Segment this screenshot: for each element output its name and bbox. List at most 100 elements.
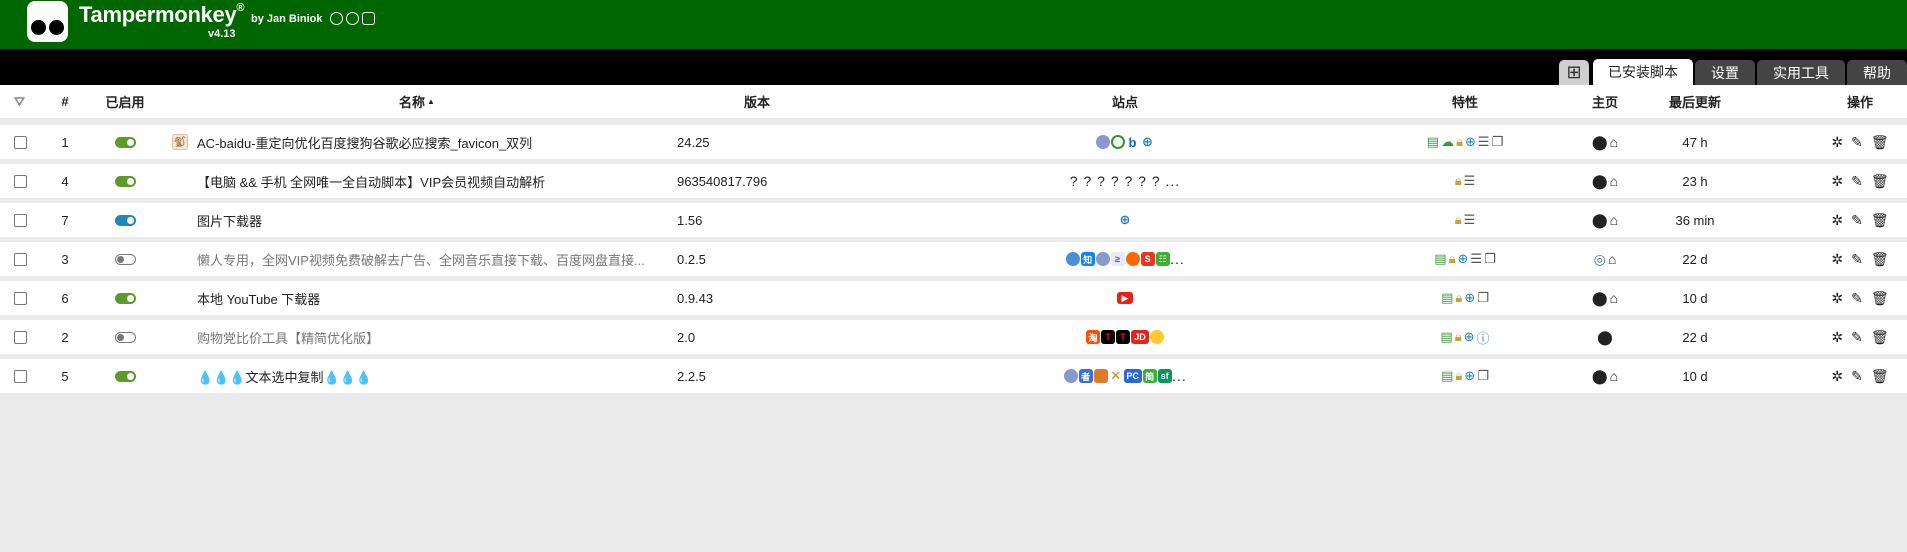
row-checkbox[interactable] (14, 135, 27, 149)
home-icon[interactable]: ⌂ (1610, 173, 1618, 189)
edit-icon[interactable]: ✎ (1851, 212, 1863, 229)
edit-icon[interactable]: ✎ (1851, 290, 1863, 307)
tab-settings[interactable]: 设置 (1695, 60, 1755, 85)
site-icon[interactable]: ☷ (1155, 252, 1170, 266)
globe-icon[interactable]: ⊕ (1118, 212, 1132, 227)
bug-icon[interactable]: ✲ (1831, 251, 1843, 268)
bing-site-icon[interactable]: b (1125, 135, 1140, 150)
author-icon[interactable]: ◎ (1594, 251, 1606, 268)
author-icon[interactable]: ⬤ (1592, 290, 1608, 307)
edit-icon[interactable]: ✎ (1851, 251, 1863, 268)
column-number[interactable]: # (48, 85, 82, 118)
edit-icon[interactable]: ✎ (1851, 173, 1863, 190)
row-checkbox[interactable] (14, 252, 27, 266)
edit-icon[interactable]: ✎ (1851, 134, 1863, 151)
site-icon[interactable]: 简 (1142, 369, 1157, 383)
home-icon[interactable]: ⌂ (1610, 134, 1618, 150)
taobao-site-icon[interactable]: 淘 (1086, 330, 1100, 344)
home-icon[interactable]: ⌂ (1608, 251, 1616, 267)
bug-icon[interactable]: ✲ (1831, 173, 1843, 190)
site-icon[interactable] (1063, 369, 1078, 383)
trash-icon[interactable]: 🗑︎ (1871, 329, 1889, 346)
zhihu-site-icon[interactable]: 知 (1080, 252, 1095, 266)
enable-toggle[interactable] (114, 370, 136, 382)
author-icon[interactable]: ⬤ (1592, 134, 1608, 151)
script-name-link[interactable]: 购物党比价工具【精简优化版】 (197, 328, 379, 347)
script-name-link[interactable]: 图片下载器 (197, 211, 262, 230)
script-name-link[interactable]: AC-baidu-重定向优化百度搜狗谷歌必应搜索_favicon_双列 (197, 133, 532, 152)
tools-site-icon[interactable]: ✕ (1109, 368, 1123, 383)
github-icon[interactable] (330, 12, 343, 25)
author-icon[interactable]: ⬤ (1597, 329, 1613, 346)
row-checkbox[interactable] (14, 174, 27, 188)
trash-icon[interactable]: 🗑︎ (1871, 173, 1889, 190)
site-icon[interactable] (1125, 252, 1140, 266)
script-name-link[interactable]: 懒人专用，全网VIP视频免费破解去广告、全网音乐直接下载、百度网盘直接... (197, 250, 645, 269)
tmall-site-icon[interactable]: T (1116, 330, 1130, 344)
site-icon[interactable]: 者 (1078, 369, 1093, 383)
site-icon[interactable] (1150, 330, 1164, 344)
baidu-site-icon[interactable] (1095, 135, 1110, 149)
home-icon[interactable]: ⌂ (1610, 212, 1618, 228)
csdn-site-icon[interactable]: S (1140, 252, 1155, 266)
script-name-link[interactable]: 本地 YouTube 下载器 (197, 289, 320, 308)
trash-icon[interactable]: 🗑︎ (1871, 290, 1889, 307)
instagram-icon[interactable] (362, 12, 375, 25)
globe-icon[interactable]: ⊕ (1141, 134, 1155, 149)
bug-icon[interactable]: ✲ (1831, 212, 1843, 229)
filter-icon[interactable]: ⛛ (14, 94, 25, 110)
plus-square-icon[interactable]: ⊞ (1559, 60, 1589, 85)
row-checkbox[interactable] (14, 213, 27, 227)
row-checkbox[interactable] (14, 330, 27, 344)
column-name[interactable]: 名称 ▲ (167, 85, 667, 118)
facebook-icon[interactable] (346, 12, 359, 25)
column-updated[interactable]: 最后更新 (1640, 85, 1750, 118)
script-name-link[interactable]: 💧💧💧文本选中复制💧💧💧 (197, 367, 372, 386)
unknown-sites-icons[interactable]: ? ? ? ? ? ? ? ... (1070, 173, 1180, 189)
trash-icon[interactable]: 🗑︎ (1871, 368, 1889, 385)
enable-toggle[interactable] (114, 253, 136, 265)
site-icon[interactable] (1093, 369, 1108, 383)
tmall-site-icon[interactable]: T (1101, 330, 1115, 344)
more-sites-text[interactable]: ... (1172, 368, 1187, 384)
script-name-link[interactable]: 【电脑 && 手机 全网唯一全自动脚本】VIP会员视频自动解析 (197, 172, 545, 191)
row-checkbox[interactable] (14, 291, 27, 305)
enable-toggle[interactable] (114, 214, 136, 226)
bug-icon[interactable]: ✲ (1831, 290, 1843, 307)
site-icon[interactable]: ≥ (1110, 252, 1125, 266)
column-sites[interactable]: 站点 (1000, 85, 1250, 118)
author-icon[interactable]: ⬤ (1592, 173, 1608, 190)
trash-icon[interactable]: 🗑︎ (1871, 251, 1889, 268)
column-version[interactable]: 版本 (677, 85, 837, 118)
bug-icon[interactable]: ✲ (1831, 329, 1843, 346)
sf-site-icon[interactable]: sf (1157, 369, 1172, 383)
youtube-site-icon[interactable]: ▶ (1117, 292, 1133, 304)
trash-icon[interactable]: 🗑︎ (1871, 212, 1889, 229)
pc-site-icon[interactable]: PC (1123, 369, 1142, 383)
column-features[interactable]: 特性 (1350, 85, 1580, 118)
trash-icon[interactable]: 🗑︎ (1871, 134, 1889, 151)
column-enabled[interactable]: 已启用 (97, 85, 153, 118)
row-checkbox[interactable] (14, 369, 27, 383)
tab-utilities[interactable]: 实用工具 (1757, 60, 1845, 85)
column-homepage[interactable]: 主页 (1575, 85, 1635, 118)
more-sites-text[interactable]: ... (1170, 251, 1185, 267)
site-icon[interactable] (1095, 252, 1110, 266)
home-icon[interactable]: ⌂ (1610, 368, 1618, 384)
sogou-site-icon[interactable] (1110, 135, 1125, 149)
site-icon[interactable] (1065, 252, 1080, 266)
bug-icon[interactable]: ✲ (1831, 368, 1843, 385)
tampermonkey-logo-icon[interactable] (27, 1, 68, 42)
enable-toggle[interactable] (114, 292, 136, 304)
enable-toggle[interactable] (114, 175, 136, 187)
author-icon[interactable]: ⬤ (1592, 368, 1608, 385)
author-icon[interactable]: ⬤ (1592, 212, 1608, 229)
edit-icon[interactable]: ✎ (1851, 368, 1863, 385)
tab-help[interactable]: 帮助 (1847, 60, 1907, 85)
enable-toggle[interactable] (114, 331, 136, 343)
tab-installed-scripts[interactable]: 已安装脚本 (1593, 59, 1693, 85)
jd-site-icon[interactable]: JD (1131, 330, 1149, 344)
home-icon[interactable]: ⌂ (1610, 290, 1618, 306)
edit-icon[interactable]: ✎ (1851, 329, 1863, 346)
enable-toggle[interactable] (114, 136, 136, 148)
